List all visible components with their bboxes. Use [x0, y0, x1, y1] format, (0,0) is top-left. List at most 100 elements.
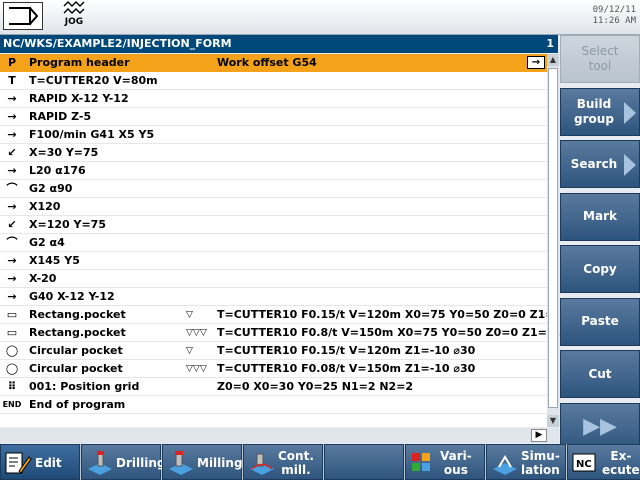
- softkey-label: Simu- lation: [521, 449, 560, 477]
- simulation-icon: [491, 451, 519, 480]
- tool-icon: T: [8, 74, 16, 87]
- block-name: Program header: [29, 56, 130, 69]
- program-block-row[interactable]: ▭ Rectang.pocket ▽ T=CUTTER10 F0.15/t V=120…: [0, 306, 574, 324]
- program-block-row[interactable]: → G40 X-12 Y-12: [0, 288, 547, 306]
- softkey-label: Paste: [581, 314, 619, 328]
- program-block-row[interactable]: ◯ Circular pocket ▽▽▽ T=CUTTER10 F0.08/t V=…: [0, 360, 547, 378]
- select-tool-button: Select tool: [560, 35, 640, 83]
- block-name: X145 Y5: [29, 254, 80, 267]
- program-block-row[interactable]: ⠿ 001: Position grid Z0=0 X0=30 Y0=25 N1=2…: [0, 378, 547, 396]
- softkey-label: Build group: [574, 96, 614, 126]
- block-name: Rectang.pocket: [29, 326, 126, 339]
- straight-line-icon: →: [7, 290, 17, 303]
- program-editor[interactable]: P Program header Work offset G54 → T T=CUTTER…: [0, 54, 574, 427]
- drilling-button[interactable]: Drilling: [81, 444, 165, 480]
- scroll-down-icon[interactable]: ▼: [547, 415, 559, 427]
- program-block-row[interactable]: → RAPID Z-5: [0, 108, 547, 126]
- edit-icon: [5, 451, 33, 480]
- machine-area-icon: [9, 7, 39, 25]
- softkey-label: Search: [570, 156, 618, 171]
- position-grid-icon: ⠿: [7, 380, 17, 393]
- search-button[interactable]: Search: [560, 140, 640, 188]
- contour-milling-icon: [248, 451, 276, 480]
- nc-execute-icon: NC: [572, 451, 600, 480]
- straight-line-icon: →: [7, 200, 17, 213]
- softkey-label: Copy: [583, 261, 617, 276]
- scroll-right-icon[interactable]: ▶: [531, 429, 547, 442]
- block-name: X-20: [29, 272, 57, 285]
- block-name: Circular pocket: [29, 344, 123, 357]
- program-block-row[interactable]: ↙ X=30 Y=75: [0, 144, 547, 162]
- contour-milling-button[interactable]: Cont. mill.: [243, 444, 323, 480]
- vertical-scrollbar[interactable]: ▲ ▼: [547, 54, 559, 427]
- various-icon: [410, 451, 438, 480]
- softkey-label: Vari- ous: [440, 449, 472, 477]
- program-block-row[interactable]: T T=CUTTER20 V=80m: [0, 72, 547, 90]
- program-block-row[interactable]: → L20 α176: [0, 162, 547, 180]
- block-name: G40 X-12 Y-12: [29, 290, 115, 303]
- program-block-row[interactable]: P Program header Work offset G54 →: [0, 54, 547, 72]
- block-name: X=30 Y=75: [29, 146, 99, 159]
- channel-number: 1: [546, 37, 554, 50]
- block-parameters: T=CUTTER10 F0.15/t V=120m X0=75 Y0=50 Z0…: [217, 308, 575, 321]
- block-arrow-icon[interactable]: →: [527, 56, 545, 69]
- machining-level-icon: ▽▽▽: [186, 364, 207, 374]
- jog-wave-icon: [63, 1, 85, 14]
- drilling-icon: [86, 451, 114, 480]
- line-endpoint-icon: ↙: [7, 218, 17, 231]
- scroll-thumb[interactable]: [548, 68, 558, 408]
- softkey-label: ▶▶: [583, 414, 617, 439]
- time-text: 11:26 AM: [592, 16, 636, 26]
- edit-button[interactable]: Edit: [0, 444, 80, 480]
- build-group-button[interactable]: Build group: [560, 87, 640, 136]
- program-block-row[interactable]: → X-20: [0, 270, 547, 288]
- program-block-row[interactable]: → F100/min G41 X5 Y5: [0, 126, 547, 144]
- block-name: X120: [29, 200, 61, 213]
- block-name: G2 α4: [29, 236, 65, 249]
- chevron-right-icon: [624, 154, 636, 176]
- program-block-row[interactable]: ◯ Circular pocket ▽ T=CUTTER10 F0.15/t V=12…: [0, 342, 547, 360]
- block-parameters: T=CUTTER10 F0.8/t V=150m X0=75 Y0=50 Z0=…: [217, 326, 567, 339]
- line-endpoint-icon: ↙: [7, 146, 17, 159]
- scroll-up-icon[interactable]: ▲: [547, 54, 559, 66]
- straight-line-icon: →: [7, 272, 17, 285]
- softkey-label: Milling: [197, 456, 243, 470]
- block-name: 001: Position grid: [29, 380, 140, 393]
- various-button[interactable]: Vari- ous: [405, 444, 485, 480]
- empty-softkey: [324, 444, 404, 480]
- horizontal-scrollbar[interactable]: ▶: [0, 428, 559, 443]
- softkey-label: Edit: [35, 456, 62, 470]
- program-block-row[interactable]: ⌒ G2 α4: [0, 234, 547, 252]
- program-block-row[interactable]: → X145 Y5: [0, 252, 547, 270]
- paste-button[interactable]: Paste: [560, 297, 640, 346]
- end-of-program-icon: END: [2, 400, 22, 409]
- top-status-bar: JOG 09/12/11 11:26 AM: [0, 0, 640, 35]
- jog-mode-indicator: JOG: [60, 1, 88, 31]
- milling-button[interactable]: Milling: [162, 444, 243, 480]
- program-block-row[interactable]: → RAPID X-12 Y-12: [0, 90, 547, 108]
- rectangular-pocket-icon: ▭: [6, 308, 18, 321]
- arc-icon: ⌒: [6, 182, 18, 195]
- block-name: End of program: [29, 398, 126, 411]
- mark-button[interactable]: Mark: [560, 192, 640, 241]
- execute-button[interactable]: NC Ex- ecute: [567, 444, 640, 480]
- softkey-label: Mark: [583, 209, 617, 223]
- program-block-row[interactable]: → X120: [0, 198, 547, 216]
- arc-icon: ⌒: [6, 236, 18, 249]
- copy-button[interactable]: Copy: [560, 245, 640, 293]
- program-block-row[interactable]: ⌒ G2 α90: [0, 180, 547, 198]
- block-name: F100/min G41 X5 Y5: [29, 128, 155, 141]
- program-block-row[interactable]: END End of program: [0, 396, 547, 414]
- cut-button[interactable]: Cut: [560, 350, 640, 398]
- block-name: T=CUTTER20 V=80m: [29, 74, 158, 87]
- block-name: Rectang.pocket: [29, 308, 126, 321]
- machining-level-icon: ▽▽▽: [186, 328, 207, 338]
- block-parameters: Z0=0 X0=30 Y0=25 N1=2 N2=2: [217, 380, 414, 393]
- program-block-row[interactable]: ▭ Rectang.pocket ▽▽▽ T=CUTTER10 F0.8/t V=15…: [0, 324, 567, 342]
- simulation-button[interactable]: Simu- lation: [486, 444, 566, 480]
- block-name: G2 α90: [29, 182, 73, 195]
- program-block-row[interactable]: ↙ X=120 Y=75: [0, 216, 547, 234]
- block-parameters: Work offset G54: [217, 56, 317, 69]
- program-header-icon: P: [7, 56, 17, 69]
- operating-area-button[interactable]: [3, 2, 43, 30]
